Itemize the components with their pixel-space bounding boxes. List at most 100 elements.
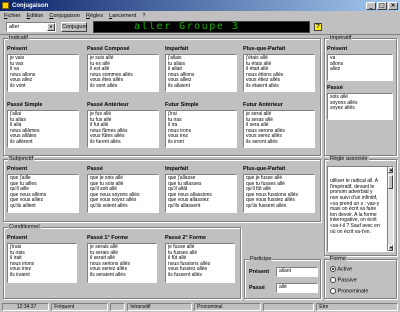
indicatif-7-conjugation-box[interactable]: je serai allé tu seras allé il sera allé no… (243, 110, 315, 148)
forme-label: Forme (329, 256, 347, 262)
participe-present-field[interactable]: allant (276, 267, 318, 277)
indicatif-0-tense-label: Présent (7, 46, 28, 52)
conjugation-line: ils seront allés (246, 138, 278, 145)
subjonctif-3-conjugation-box[interactable]: que je fusse allé que tu fusses allé qu'il… (243, 174, 315, 213)
indicatif-7-tense-label: Futur Antérieur (243, 102, 283, 108)
conjugation-line: qu'ils aillent (10, 202, 36, 209)
status-bar: 12:34:37 Fréquent Intransitif Pronominal… (0, 302, 400, 312)
menu-bar: Fichier Edition Conjugaison Règles Lance… (0, 11, 400, 20)
menu-conjugaison[interactable]: Conjugaison (49, 13, 80, 19)
menu-help[interactable]: ? (142, 13, 145, 19)
participe-passe-field[interactable]: allé (276, 283, 318, 293)
text-line: où on écrit va-t'en. (330, 228, 371, 235)
regle-label: Règle associée (329, 156, 369, 162)
help-button[interactable]: ? (314, 23, 322, 31)
conjugation-line: ils furent allés (90, 138, 121, 145)
participe-label: Participe (249, 256, 273, 262)
subjonctif-2-tense-label: Imparfait (165, 166, 189, 172)
subjonctif-0-tense-label: Présent (7, 166, 28, 172)
conjugation-line: ils iront (168, 138, 184, 145)
status-time: 12:34:37 (2, 303, 50, 311)
scroll-up-icon[interactable]: ▲ (388, 167, 393, 173)
menu-edition[interactable]: Edition (27, 13, 44, 19)
maximize-button[interactable]: □ (377, 1, 387, 10)
conjugation-line: ils fussent allés (168, 271, 202, 278)
subjonctif-1-tense-label: Passé (87, 166, 103, 172)
status-auxiliary: Être (316, 303, 398, 311)
radio-pronominale[interactable]: Pronominale (330, 288, 368, 294)
radio-active-label: Active (337, 266, 353, 273)
imperatif-passe-label: Passé (327, 85, 343, 91)
conjugation-line: ils vont (10, 82, 26, 89)
status-empty-2 (263, 303, 315, 311)
radio-passive[interactable]: Passive (330, 277, 357, 283)
participe-passe-label: Passé (249, 285, 265, 291)
indicatif-3-conjugation-box[interactable]: j'étais allé tu étais allé il était allé no… (243, 54, 315, 92)
regle-scrollbar[interactable]: ▲ ▼ (387, 167, 393, 251)
status-empty-1 (110, 303, 126, 311)
led-display: aller Groupe 3 (93, 21, 310, 33)
status-frequency: Fréquent (51, 303, 109, 311)
conditionnel-1-conjugation-box[interactable]: je serais allé tu serais allé il serait al… (87, 243, 157, 283)
indicatif-0-conjugation-box[interactable]: je vais tu vas il va nous allons vous allez i… (7, 54, 79, 92)
subjonctif-0-conjugation-box[interactable]: que j'aille que tu ailles qu'il aille que n… (7, 174, 79, 213)
conjugation-line: qu'ils fussent allés (246, 202, 287, 209)
text-line: soyez allés (330, 105, 355, 112)
imperatif-label: Impératif (329, 35, 353, 41)
conjugation-line: ils sont allés (90, 82, 118, 89)
conjugate-button[interactable]: Conjuguer (61, 22, 87, 32)
conjugation-line: qu'ils allassent (168, 202, 201, 209)
scroll-thumb[interactable] (388, 175, 393, 189)
conditionnel-2-conjugation-box[interactable]: je fusse allé tu fusses allé il fût allé no… (165, 243, 235, 283)
conjugation-line: qu'ils soient allés (90, 202, 128, 209)
indicatif-6-conjugation-box[interactable]: j'irai tu iras il ira nous irons vous irez il… (165, 110, 237, 148)
conditionnel-label: Conditionnel (8, 224, 41, 230)
verb-combo-value: aller (9, 24, 20, 30)
conjugation-line: ils étaient allés (246, 82, 279, 89)
indicatif-label: Indicatif (8, 35, 29, 41)
radio-button[interactable] (330, 266, 336, 272)
imperatif-present-label: Présent (327, 46, 348, 52)
indicatif-1-tense-label: Passé Composé (87, 46, 130, 52)
indicatif-4-tense-label: Passé Simple (7, 102, 43, 108)
indicatif-6-tense-label: Futur Simple (165, 102, 199, 108)
menu-lancement[interactable]: Lancement (109, 13, 136, 19)
conjugation-line: ils seraient allés (90, 271, 126, 278)
chevron-down-icon[interactable]: ▼ (47, 23, 55, 31)
indicatif-1-conjugation-box[interactable]: je suis allé tu es allé il est allé nous so… (87, 54, 159, 92)
subjonctif-2-conjugation-box[interactable]: que j'allasse que tu allasses qu'il allât q… (165, 174, 237, 213)
minimize-button[interactable]: _ (366, 1, 376, 10)
verb-combo[interactable]: aller ▼ (6, 22, 56, 32)
scroll-down-icon[interactable]: ▼ (388, 245, 393, 251)
conjugation-line: ils allaient (168, 82, 190, 89)
indicatif-3-tense-label: Plus-que-Parfait (243, 46, 286, 52)
radio-pronominale-label: Pronominale (337, 288, 369, 295)
menu-fichier[interactable]: Fichier (4, 13, 21, 19)
subjonctif-label: Subjonctif (8, 156, 35, 162)
close-button[interactable]: × (388, 1, 398, 10)
radio-active[interactable]: Active (330, 266, 352, 272)
menu-regles[interactable]: Règles (86, 13, 103, 19)
text-line: allez (330, 66, 341, 73)
regle-text[interactable]: ▲ ▼ utiliser le radical all. Al'impérati… (327, 166, 394, 252)
indicatif-5-conjugation-box[interactable]: je fus allé tu fus allé il fut allé nous fû… (87, 110, 159, 148)
radio-button[interactable] (330, 288, 336, 294)
indicatif-4-conjugation-box[interactable]: j'allai tu allas il alla nous allâmes vous a… (7, 110, 79, 148)
app-icon (2, 2, 9, 9)
conjugation-line: ils allèrent (10, 138, 33, 145)
subjonctif-1-conjugation-box[interactable]: que je sois allé que tu sois allé qu'il so… (87, 174, 159, 213)
subjonctif-3-tense-label: Plus-que-Parfait (243, 166, 286, 172)
conditionnel-2-tense-label: Passé 2° Forme (165, 235, 207, 241)
indicatif-2-conjugation-box[interactable]: j'allais tu allais il allait nous allions vo… (165, 54, 237, 92)
status-transitivity: Intransitif (127, 303, 193, 311)
participe-group: Participe (244, 256, 321, 299)
conditionnel-1-tense-label: Passé 1° Forme (87, 235, 129, 241)
imperatif-passe-box[interactable]: sois allé soyons allés soyez allés (327, 93, 393, 120)
imperatif-present-box[interactable]: va allons allez (327, 54, 393, 81)
window-title: Conjugaison (12, 2, 49, 9)
conjugation-line: ils iraient (10, 271, 30, 278)
conditionnel-0-tense-label: Présent (7, 235, 28, 241)
title-bar: Conjugaison _ □ × (0, 0, 400, 11)
conditionnel-0-conjugation-box[interactable]: j'irais tu irais il irait nous irions vous i… (7, 243, 77, 283)
radio-button[interactable] (330, 277, 336, 283)
